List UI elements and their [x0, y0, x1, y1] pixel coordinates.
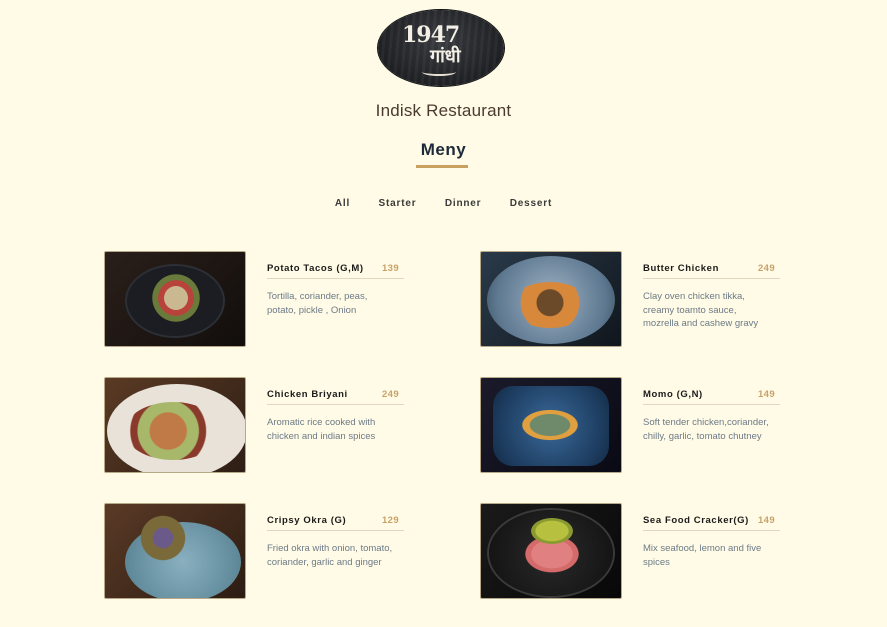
item-description: Aromatic rice cooked with chicken and in…: [267, 417, 376, 442]
item-description: Mix seafood, lemon and five spices: [643, 543, 762, 568]
food-photo: [480, 377, 622, 473]
item-price: 249: [758, 263, 776, 274]
food-shape: [135, 510, 191, 566]
item-price: 139: [382, 263, 400, 274]
food-photo: [104, 251, 246, 347]
menu-filters: All Starter Dinner Dessert: [0, 193, 887, 211]
item-price: 149: [758, 515, 776, 526]
item-name: Momo (G,N): [643, 389, 703, 400]
food-shape: [515, 406, 585, 444]
food-photo: [104, 503, 246, 599]
item-description: Fried okra with onion, tomato, coriander…: [267, 543, 393, 568]
menu-item[interactable]: Butter Chicken 249 Clay oven chicken tik…: [480, 251, 780, 349]
item-description: Soft tender chicken,coriander, chilly, g…: [643, 417, 769, 442]
menu-item[interactable]: Momo (G,N) 149 Soft tender chicken,coria…: [480, 377, 780, 475]
divider: [643, 278, 780, 279]
item-name: Cripsy Okra (G): [267, 515, 347, 526]
filter-starter[interactable]: Starter: [379, 198, 417, 209]
menu-item[interactable]: Potato Tacos (G,M) 139 Tortilla, coriand…: [104, 251, 404, 349]
item-price: 129: [382, 515, 400, 526]
food-shape: [511, 282, 589, 328]
divider: [267, 530, 404, 531]
item-price: 149: [758, 389, 776, 400]
title-underline: [416, 165, 468, 168]
item-name: Butter Chicken: [643, 263, 719, 274]
item-name: Sea Food Cracker(G): [643, 515, 749, 526]
item-name: Potato Tacos (G,M): [267, 263, 364, 274]
food-photo: [480, 251, 622, 347]
filter-dessert[interactable]: Dessert: [510, 198, 552, 209]
menu-item[interactable]: Cripsy Okra (G) 129 Fried okra with onio…: [104, 503, 404, 601]
logo-script: गांधी: [430, 46, 461, 67]
item-description: Clay oven chicken tikka, creamy toamto s…: [643, 291, 759, 329]
food-shape: [531, 518, 573, 544]
logo-swoosh: [422, 68, 456, 76]
menu-item[interactable]: Chicken Briyani 249 Aromatic rice cooked…: [104, 377, 404, 475]
divider: [643, 530, 780, 531]
menu-item[interactable]: Sea Food Cracker(G) 149 Mix seafood, lem…: [480, 503, 780, 601]
filter-all[interactable]: All: [335, 198, 350, 209]
food-shape: [145, 274, 207, 322]
food-photo: [480, 503, 622, 599]
restaurant-logo[interactable]: 1947 गांधी: [378, 10, 504, 86]
food-shape: [125, 402, 221, 460]
item-price: 249: [382, 389, 400, 400]
item-name: Chicken Briyani: [267, 389, 348, 400]
restaurant-name: Indisk Restaurant: [375, 101, 512, 120]
food-photo: [104, 377, 246, 473]
item-description: Tortilla, coriander, peas, potato, pickl…: [267, 291, 368, 316]
section-title: Meny: [420, 140, 467, 159]
divider: [267, 404, 404, 405]
divider: [643, 404, 780, 405]
filter-dinner[interactable]: Dinner: [445, 198, 481, 209]
divider: [267, 278, 404, 279]
